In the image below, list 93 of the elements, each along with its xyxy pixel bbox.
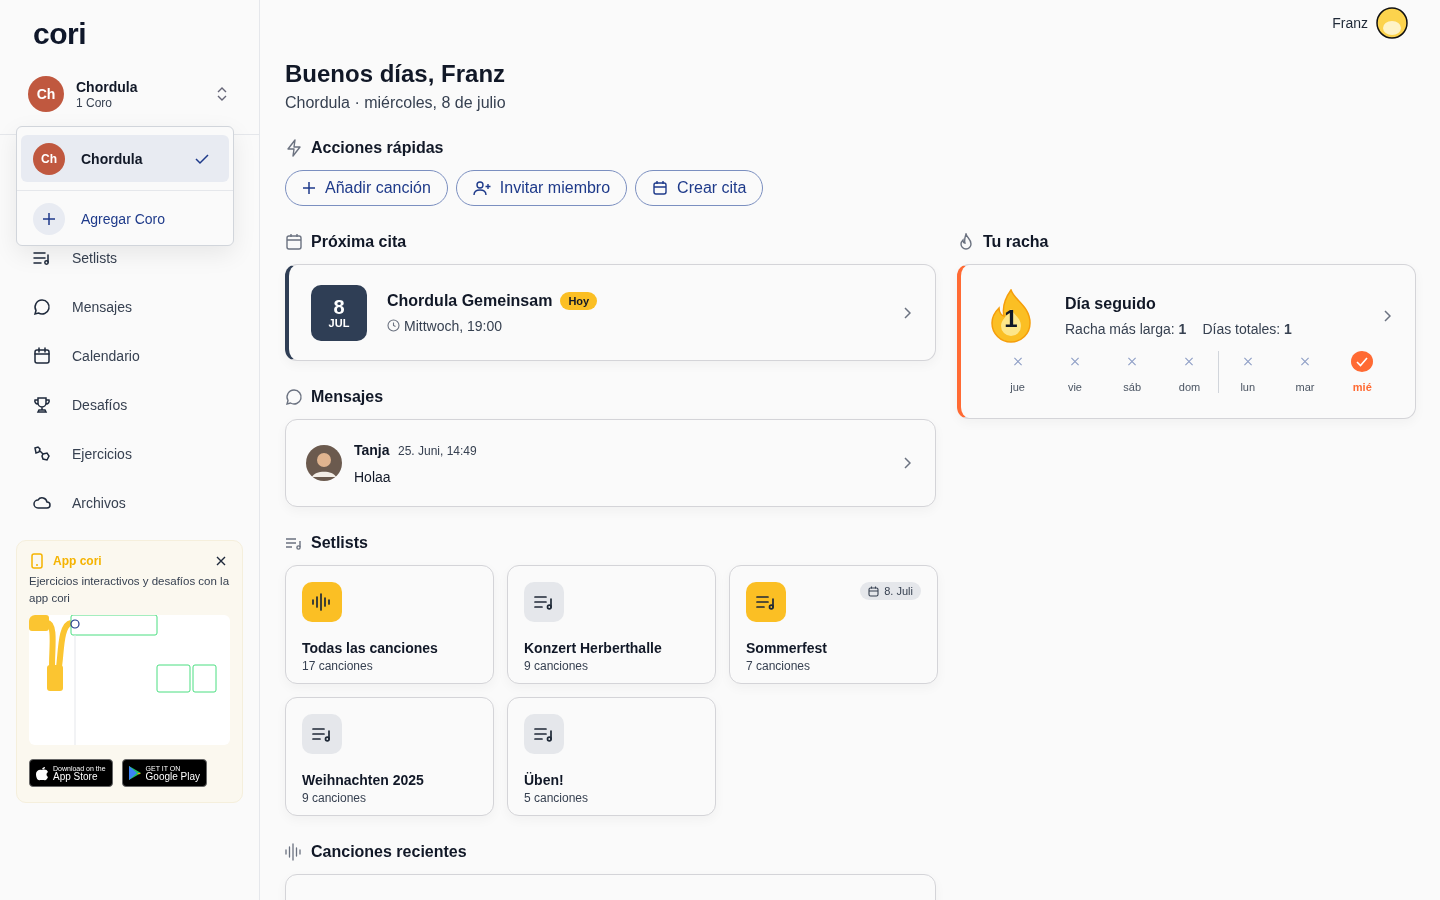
streak-count: 1 — [1004, 307, 1018, 331]
day-label: vie — [1067, 381, 1082, 393]
sidebar-item[interactable]: Calendario — [16, 331, 243, 380]
choir-name: Chordula — [76, 78, 139, 95]
calendar-icon — [32, 345, 52, 366]
promo-text: Ejercicios interactivos y desafíos con la app cori — [29, 574, 230, 606]
setlist-name: Konzert Herberthalle — [524, 640, 663, 656]
setlist-name: Sommerfest — [746, 640, 828, 656]
song-count: 9 canciones — [524, 659, 590, 673]
song-count: 5 canciones — [524, 791, 590, 805]
person-avatar-icon — [306, 445, 342, 481]
sidebar-item[interactable]: Desafíos — [16, 380, 243, 429]
section-title: Acciones rápidas — [311, 139, 444, 157]
choir-avatar: Ch — [33, 142, 65, 175]
flame-icon — [957, 233, 975, 251]
day-label: mié — [1352, 381, 1372, 393]
song-count: 7 canciones — [746, 659, 812, 673]
chevron-up-down-icon — [216, 86, 228, 102]
streak-card[interactable]: 1 Día seguido Racha más larga: 1 Días totales: 1 jue vie sáb dom lun mar mié — [957, 264, 1416, 419]
user-avatar-icon[interactable] — [1376, 7, 1408, 39]
setlist-name: Üben! — [524, 772, 565, 788]
quick-action-button[interactable]: Crear cita — [635, 170, 764, 206]
chevron-right-icon — [1383, 310, 1391, 322]
event-time: Mittwoch, 19:00 — [404, 317, 503, 334]
setlist-card[interactable]: 8. Juli Sommerfest 7 canciones — [729, 565, 938, 684]
chevron-right-icon — [903, 457, 911, 469]
plus-icon — [33, 203, 65, 235]
choir-menu-item[interactable]: Ch Chordula — [21, 135, 229, 182]
greeting-subtitle: Chordula · miércoles, 8 de julio — [285, 94, 507, 112]
chat-icon — [32, 296, 52, 317]
streak-title: Día seguido — [1065, 295, 1157, 313]
setlist-card[interactable]: Konzert Herberthalle 9 canciones — [507, 565, 716, 684]
quick-action-button[interactable]: Invitar miembro — [455, 170, 628, 206]
message-card[interactable]: Tanja 25. Juni, 14:49 Holaa — [285, 419, 936, 507]
chevron-right-icon — [903, 306, 911, 319]
setlist-card[interactable]: Todas las canciones 17 canciones — [285, 565, 494, 684]
calendar-icon — [652, 180, 669, 196]
choir-switcher[interactable]: Ch Chordula 1 Coro — [28, 74, 243, 114]
waveform-icon — [285, 843, 303, 861]
section-title: Tu racha — [983, 233, 1049, 251]
song-count: 17 canciones — [302, 659, 374, 673]
clock-icon — [387, 319, 400, 332]
flame-icon — [989, 289, 1033, 343]
choir-name: Chordula — [81, 150, 144, 167]
setlist-card[interactable]: Weihnachten 2025 9 canciones — [285, 697, 494, 816]
quick-action-button[interactable]: Añadir canción — [285, 170, 448, 206]
user-name: Franz — [1332, 15, 1368, 31]
message-author: Tanja — [354, 442, 390, 458]
apple-icon — [35, 765, 49, 781]
calendar-icon — [285, 233, 303, 251]
check-icon — [195, 152, 209, 165]
store-name: Google Play — [145, 771, 201, 782]
event-day: 8 — [333, 296, 345, 317]
logo: cori — [33, 16, 88, 52]
choir-count: 1 Coro — [76, 95, 114, 110]
lightning-icon — [285, 139, 303, 157]
event-month: JUL — [328, 316, 350, 329]
play-icon — [127, 765, 142, 781]
add-user-icon — [472, 180, 491, 196]
add-choir-label: Agregar Coro — [81, 211, 166, 227]
date-badge: 8. Juli — [860, 582, 921, 600]
setlist-name: Weihnachten 2025 — [302, 772, 425, 788]
phone-icon — [31, 553, 43, 569]
close-icon[interactable] — [216, 556, 226, 566]
section-title: Setlists — [311, 534, 368, 552]
section-title: Mensajes — [311, 388, 384, 406]
day-label: lun — [1240, 381, 1256, 393]
setlist-card[interactable]: Üben! 5 canciones — [507, 697, 716, 816]
today-badge: Hoy — [560, 291, 598, 310]
sidebar-item[interactable]: Mensajes — [16, 282, 243, 331]
promo-title: App cori — [53, 554, 103, 568]
event-title: Chordula Gemeinsam — [387, 291, 553, 310]
choir-avatar: Ch — [28, 76, 64, 112]
longest-streak: Racha más larga: 1 — [1065, 321, 1187, 337]
message-time: 25. Juni, 14:49 — [398, 444, 477, 458]
sidebar-item[interactable]: Archivos — [16, 478, 243, 527]
day-label: jue — [1010, 381, 1025, 393]
day-label: mar — [1295, 381, 1315, 393]
greeting-title: Buenos días, Franz — [285, 59, 507, 89]
trophy-icon — [32, 394, 52, 415]
store-name: App Store — [53, 771, 98, 782]
message-text: Holaa — [354, 469, 392, 485]
event-card[interactable]: 8 JUL Chordula Gemeinsam Hoy Mittwoch, 19:00 — [285, 264, 936, 361]
section-title: Próxima cita — [311, 233, 407, 251]
section-title: Canciones recientes — [311, 843, 467, 861]
song-count: 9 canciones — [302, 791, 368, 805]
setlist-name: Todas las canciones — [302, 640, 439, 656]
chat-icon — [285, 388, 303, 406]
sidebar-item[interactable]: Ejercicios — [16, 429, 243, 478]
day-label: sáb — [1123, 381, 1142, 393]
total-days: Días totales: 1 — [1202, 321, 1292, 337]
day-label: dom — [1178, 381, 1201, 393]
plus-icon — [302, 181, 316, 195]
